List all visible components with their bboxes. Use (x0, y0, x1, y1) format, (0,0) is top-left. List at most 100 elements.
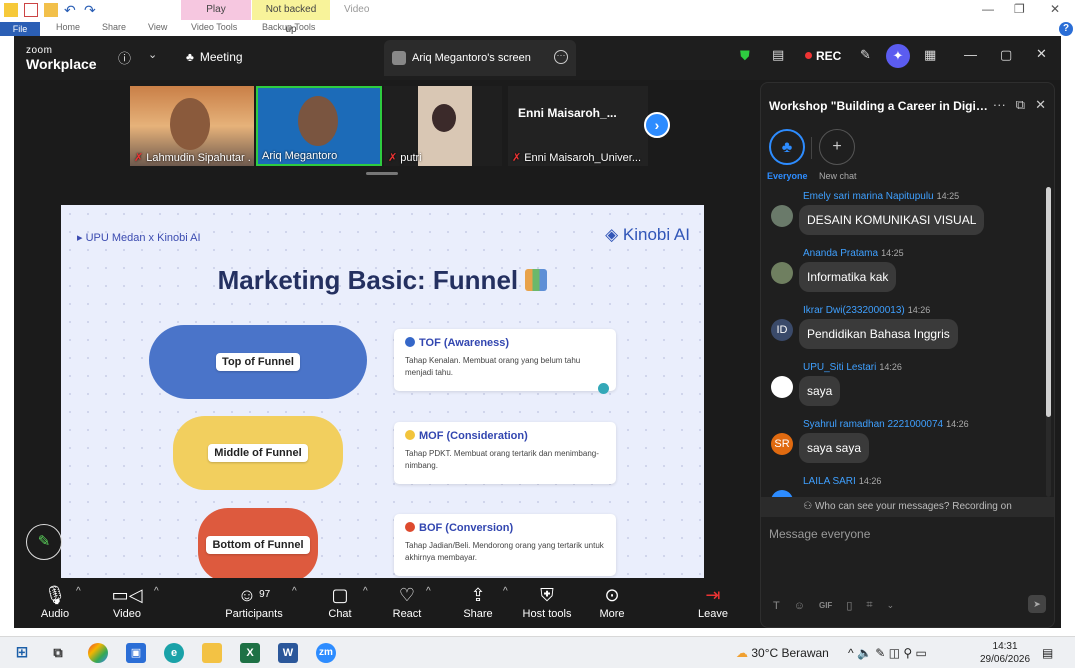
everyone-tab[interactable]: ♣ (769, 129, 805, 165)
folder-icon[interactable] (44, 3, 58, 17)
help-icon[interactable]: ? (1059, 22, 1073, 36)
show-hidden-icon[interactable]: ^ (848, 646, 854, 660)
participants-button[interactable]: ☺ 97 Participants (219, 584, 289, 620)
background-app-ribbon: ↶ ↷ Play Not backed up Video — ❐ ✕ File … (0, 0, 1075, 36)
notes-icon[interactable]: ▤ (772, 47, 784, 63)
weather-cloud-icon: ☁ (736, 646, 748, 660)
tab-backup-tools[interactable]: Backup Tools (262, 22, 315, 32)
message-input[interactable]: Message everyone (769, 527, 870, 541)
security-shield-icon[interactable]: ⛊ (740, 48, 750, 64)
tab-share[interactable]: Share (102, 22, 126, 32)
context-tab-play[interactable]: Play (181, 0, 251, 20)
task-view-icon[interactable]: ⧉ (48, 643, 68, 663)
participant-tile[interactable]: ✗ putri (384, 86, 502, 166)
windows-start-icon[interactable]: ⊞ (12, 643, 32, 663)
privacy-notice[interactable]: ⚇ Who can see your messages? Recording o… (761, 497, 1054, 517)
pen-icon[interactable]: ✎ (875, 646, 885, 660)
participant-display-name: Enni Maisaroh_... (518, 106, 617, 120)
video-options-caret-icon[interactable]: ^ (154, 586, 159, 597)
muted-mic-icon: ✗ (134, 152, 144, 164)
host-tools-button[interactable]: ⛨ Host tools (512, 584, 582, 620)
participants-options-caret-icon[interactable]: ^ (292, 586, 297, 597)
participant-tile[interactable]: ✗ Lahmudin Sipahutar . ... (130, 86, 254, 166)
gif-icon[interactable]: GIF (819, 601, 832, 610)
context-tab-video[interactable]: Video (334, 0, 379, 20)
clock[interactable]: 14:31 29/06/2026 (980, 640, 1030, 666)
leave-button[interactable]: ⇥ Leave (678, 584, 748, 620)
system-tray-icons[interactable]: ^ 🔈 ✎ ◫ ⚲ ▭ (848, 646, 927, 660)
store-icon[interactable]: ▣ (126, 643, 146, 663)
excel-icon[interactable]: X (240, 643, 260, 663)
close-chat-icon[interactable]: ✕ (1035, 97, 1046, 113)
word-icon[interactable]: W (278, 643, 298, 663)
battery-icon[interactable]: ▭ (916, 646, 927, 660)
zoom-app-icon[interactable]: zm (316, 643, 336, 663)
ai-companion-icon[interactable]: ✦ (886, 44, 910, 68)
minimize-icon[interactable]: — (982, 2, 994, 16)
redo-icon[interactable]: ↷ (84, 3, 98, 17)
participant-name: ✗ Lahmudin Sipahutar . ... (134, 152, 254, 164)
screenshot-icon[interactable]: ⌗ (866, 599, 872, 612)
more-options-icon[interactable]: ··· (993, 97, 1006, 113)
participant-tile[interactable]: Enni Maisaroh_... ✗ Enni Maisaroh_Univer.… (508, 86, 648, 166)
tab-view[interactable]: View (148, 22, 167, 32)
audio-options-caret-icon[interactable]: ^ (76, 586, 81, 597)
video-button[interactable]: ▭◁ Video (92, 584, 162, 620)
card-text: Tahap Kenalan. Membuat orang yang belum … (405, 356, 581, 377)
new-chat-tab[interactable]: + (819, 129, 855, 165)
file-icon[interactable]: ▯ (846, 599, 852, 612)
annotate-icon[interactable]: ✎ (860, 47, 871, 63)
info-icon[interactable]: ⓘ (118, 48, 131, 67)
network-icon[interactable]: ◫ (889, 646, 900, 660)
save-icon[interactable] (4, 3, 18, 17)
chat-messages[interactable]: Emely sari marina Napitupulu 14:25 DESAIN… (761, 187, 1051, 497)
volume-icon[interactable]: 🔈 (857, 646, 872, 660)
react-options-caret-icon[interactable]: ^ (426, 586, 431, 597)
tab-file[interactable]: File (0, 22, 40, 36)
view-layout-icon[interactable]: ▦ (924, 47, 936, 63)
chat-scrollbar[interactable] (1046, 187, 1051, 497)
close-icon[interactable]: ✕ (1050, 2, 1060, 16)
close-zoom-icon[interactable]: ✕ (1036, 46, 1047, 62)
share-options-caret-icon[interactable]: ^ (503, 586, 508, 597)
mic-icon[interactable]: ⚲ (903, 646, 912, 660)
emoji-icon[interactable]: ☺ (794, 600, 805, 612)
scrollbar-thumb[interactable] (1046, 187, 1051, 417)
undo-icon[interactable]: ↶ (64, 3, 78, 17)
recording-indicator[interactable]: REC (805, 49, 841, 63)
restore-icon[interactable]: ❐ (1014, 2, 1025, 16)
chrome-icon[interactable] (88, 643, 108, 663)
notification-icon[interactable]: ▤ (1042, 646, 1053, 660)
minimize-zoom-icon[interactable]: — (964, 47, 977, 62)
pop-out-icon[interactable]: ⧉ (1016, 97, 1025, 113)
send-button[interactable]: ➤ (1028, 595, 1046, 613)
chat-options-caret-icon[interactable]: ^ (363, 586, 368, 597)
chevron-down-icon[interactable]: ⌄ (887, 600, 895, 611)
leave-label: Leave (698, 608, 728, 620)
more-button[interactable]: ⊙ More (577, 584, 647, 620)
file-explorer-icon[interactable] (202, 643, 222, 663)
chat-header-actions: ··· ⧉ ✕ (993, 97, 1046, 113)
tab-video-tools[interactable]: Video Tools (191, 22, 237, 32)
annotation-pencil-button[interactable]: ✎ (26, 524, 62, 560)
next-page-button[interactable]: › (644, 112, 670, 138)
context-tab-not-backed-up[interactable]: Not backed up (252, 0, 330, 35)
stage-card-mof: MOF (Consideration) Tahap PDKT. Membuat … (394, 422, 616, 484)
brand-logo: ◈ Kinobi AI (605, 225, 690, 244)
screen-share-tab[interactable]: Ariq Megantoro's screen ··· (384, 40, 576, 76)
tab-home[interactable]: Home (56, 22, 80, 32)
weather-widget[interactable]: ☁ 30°C Berawan (736, 646, 829, 660)
more-options-icon[interactable]: ··· (554, 50, 568, 64)
chevron-down-icon[interactable]: ⌄ (148, 48, 157, 61)
resize-grip[interactable] (366, 172, 398, 175)
text-format-icon[interactable]: T (773, 600, 780, 612)
participant-tile-active[interactable]: Ariq Megantoro (256, 86, 382, 166)
meeting-view-button[interactable]: ♣ Meeting (186, 50, 243, 64)
doc-icon[interactable] (24, 3, 38, 17)
maximize-zoom-icon[interactable]: ▢ (1000, 47, 1012, 63)
message-bubble: Pendidikan Bahasa Inggris (799, 319, 958, 349)
participants-count: 97 (259, 589, 271, 600)
react-button[interactable]: ♡ React (372, 584, 442, 620)
windows-taskbar: ⊞ ⧉ ▣ e X W zm ☁ 30°C Berawan ^ 🔈 ✎ ◫ ⚲ … (0, 636, 1075, 668)
edge-icon[interactable]: e (164, 643, 184, 663)
